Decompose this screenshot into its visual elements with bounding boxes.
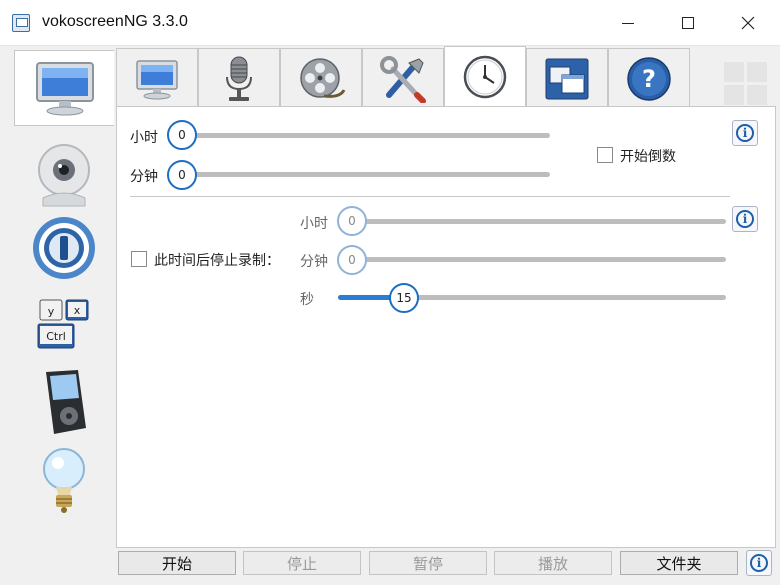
maximize-icon bbox=[682, 17, 694, 29]
stop-minutes-label: 分钟 bbox=[300, 254, 328, 270]
start-countdown-checkbox[interactable] bbox=[597, 147, 613, 163]
countdown-minutes-slider[interactable]: 0 bbox=[167, 160, 197, 190]
section-divider bbox=[130, 196, 730, 197]
start-button[interactable]: 开始 bbox=[118, 551, 236, 575]
tab-audio[interactable] bbox=[198, 48, 280, 108]
folder-button[interactable]: 文件夹 bbox=[620, 551, 738, 575]
sidebar-item-log[interactable] bbox=[14, 442, 114, 518]
bottom-info-button[interactable]: i bbox=[746, 550, 772, 576]
stop-after-checkbox[interactable] bbox=[131, 251, 147, 267]
countdown-hours-slider[interactable]: 0 bbox=[167, 120, 197, 150]
app-logo-icon bbox=[12, 14, 30, 32]
stop-seconds-slider[interactable]: 15 bbox=[389, 283, 419, 313]
stop-hours-slider[interactable]: 0 bbox=[337, 206, 367, 236]
webcam-icon bbox=[38, 144, 90, 207]
help-glyph: ? bbox=[642, 65, 656, 93]
keyboard-shortcut-icon: y x Ctrl bbox=[37, 299, 89, 349]
key-ctrl: Ctrl bbox=[46, 330, 66, 343]
tab-misc[interactable] bbox=[362, 48, 444, 108]
key-x: x bbox=[74, 304, 81, 317]
help-icon: ? bbox=[627, 56, 671, 101]
tab-screen[interactable] bbox=[116, 48, 198, 108]
stop-hours-track[interactable] bbox=[350, 219, 726, 224]
stop-hours-label: 小时 bbox=[300, 216, 328, 232]
clock-icon bbox=[463, 55, 507, 98]
tab-timer[interactable] bbox=[444, 46, 526, 106]
sidebar: y x Ctrl bbox=[14, 50, 114, 583]
windows-icon bbox=[545, 58, 589, 99]
play-button[interactable]: 播放 bbox=[494, 551, 612, 575]
tab-windows[interactable] bbox=[526, 48, 608, 108]
countdown-hours-track[interactable] bbox=[180, 133, 550, 138]
sidebar-item-player[interactable] bbox=[14, 210, 114, 286]
window-title: vokoscreenNG 3.3.0 bbox=[42, 13, 188, 30]
windows-logo-icon bbox=[724, 62, 768, 106]
key-y: y bbox=[48, 305, 55, 318]
minimize-button[interactable] bbox=[598, 0, 658, 46]
sidebar-item-webcam[interactable] bbox=[14, 138, 114, 214]
maximize-button[interactable] bbox=[658, 0, 718, 46]
stop-seconds-label: 秒 bbox=[300, 292, 314, 308]
film-reel-icon bbox=[300, 57, 346, 98]
monitor-icon bbox=[136, 59, 178, 99]
microphone-icon bbox=[226, 56, 252, 101]
tab-video[interactable] bbox=[280, 48, 362, 108]
sidebar-item-screen[interactable] bbox=[14, 50, 114, 126]
monitor-icon bbox=[35, 62, 94, 116]
stop-minutes-slider[interactable]: 0 bbox=[337, 245, 367, 275]
countdown-hours-label: 小时 bbox=[130, 130, 158, 146]
countdown-minutes-track[interactable] bbox=[180, 172, 550, 177]
tools-icon bbox=[380, 55, 426, 103]
countdown-info-button[interactable]: i bbox=[732, 120, 758, 146]
start-countdown-label: 开始倒数 bbox=[620, 149, 676, 165]
close-button[interactable] bbox=[718, 0, 778, 46]
info-icon: i bbox=[736, 210, 754, 228]
pause-button[interactable]: 暂停 bbox=[369, 551, 487, 575]
sidebar-item-shortcuts[interactable]: y x Ctrl bbox=[14, 288, 114, 364]
minimize-icon bbox=[622, 22, 634, 24]
stop-after-label: 此时间后停止录制： bbox=[154, 253, 280, 269]
close-icon bbox=[741, 16, 755, 30]
player-circle-icon bbox=[33, 217, 95, 279]
lightbulb-icon bbox=[43, 448, 85, 513]
sidebar-item-media-player[interactable] bbox=[14, 364, 114, 440]
stop-minutes-track[interactable] bbox=[350, 257, 726, 262]
stop-button[interactable]: 停止 bbox=[243, 551, 361, 575]
stop-after-info-button[interactable]: i bbox=[732, 206, 758, 232]
countdown-minutes-label: 分钟 bbox=[130, 169, 158, 185]
title-bar: vokoscreenNG 3.3.0 bbox=[0, 0, 780, 46]
info-icon: i bbox=[736, 124, 754, 142]
tab-help[interactable]: ? bbox=[608, 48, 690, 108]
media-player-icon bbox=[46, 370, 86, 434]
info-icon: i bbox=[750, 554, 768, 572]
